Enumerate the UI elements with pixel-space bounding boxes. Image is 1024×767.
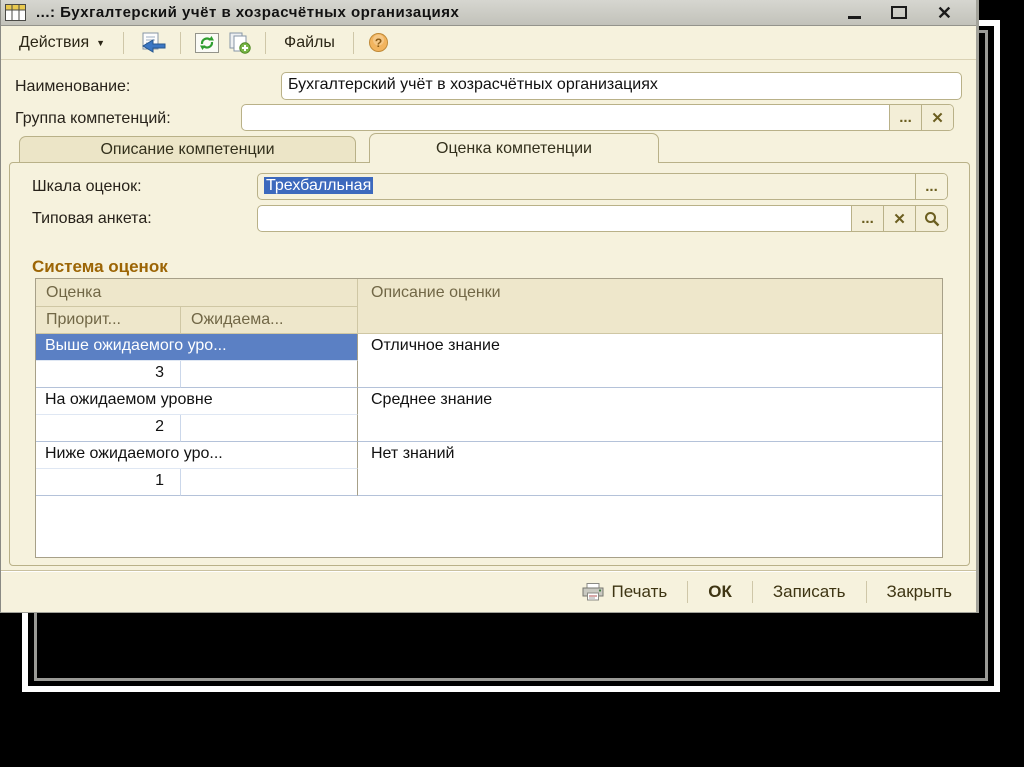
- toolbar-separator: [123, 31, 125, 54]
- titlebar: ...: Бухгалтерский учёт в хозрасчётных о…: [1, 0, 976, 26]
- tab-rating-label: Оценка компетенции: [436, 139, 592, 157]
- clear-icon: ✕: [931, 109, 944, 127]
- table-row-description[interactable]: Нет знаний: [358, 442, 942, 496]
- minimize-icon[interactable]: [847, 15, 861, 19]
- scale-label: Шкала оценок:: [32, 178, 142, 195]
- chevron-down-icon: ▼: [96, 37, 106, 48]
- group-field[interactable]: ... ✕: [241, 104, 954, 131]
- close-button[interactable]: Закрыть: [881, 580, 958, 604]
- name-field[interactable]: Бухгалтерский учёт в хозрасчётных органи…: [281, 72, 962, 100]
- search-icon: [924, 211, 939, 226]
- table-empty-area[interactable]: [36, 496, 942, 557]
- dialog-window: ...: Бухгалтерский учёт в хозрасчётных о…: [0, 0, 979, 613]
- questionnaire-field-value: [258, 206, 851, 231]
- rating-tab-panel: Шкала оценок: Трехбалльная ... Типовая а…: [9, 162, 970, 566]
- actions-menu-button[interactable]: Действия ▼: [11, 31, 113, 55]
- table-row-description[interactable]: Отличное знание: [358, 334, 942, 388]
- files-button-label: Файлы: [284, 33, 335, 51]
- write-record-icon[interactable]: [134, 30, 170, 56]
- ellipsis-icon: ...: [925, 178, 938, 195]
- table-row-expected[interactable]: [181, 361, 358, 388]
- svg-text:?: ?: [375, 36, 382, 50]
- scale-selected-text: Трехбалльная: [264, 177, 374, 194]
- table-row-expected[interactable]: [181, 415, 358, 442]
- printer-icon: [582, 582, 604, 600]
- group-label: Группа компетенций:: [15, 110, 171, 127]
- table-window-icon: [5, 4, 26, 21]
- tab-description[interactable]: Описание компетенции: [19, 136, 356, 163]
- name-label: Наименование:: [15, 78, 131, 95]
- toolbar-separator: [352, 31, 354, 54]
- table-row-name[interactable]: На ожидаемом уровне: [36, 388, 358, 415]
- ellipsis-icon: ...: [861, 210, 874, 227]
- toolbar-separator: [180, 31, 182, 54]
- scale-field[interactable]: Трехбалльная ...: [257, 173, 948, 200]
- questionnaire-clear-button[interactable]: ✕: [883, 206, 915, 231]
- column-header-priority[interactable]: Приорит...: [36, 307, 181, 334]
- footer-button-bar: Печать ОК Записать Закрыть: [1, 570, 976, 612]
- scale-field-value: Трехбалльная: [258, 174, 915, 199]
- ok-button[interactable]: ОК: [702, 580, 738, 604]
- table-row-description[interactable]: Среднее знание: [358, 388, 942, 442]
- copy-add-icon[interactable]: [223, 30, 255, 56]
- rating-system-title: Система оценок: [32, 257, 168, 276]
- table-row-expected[interactable]: [181, 469, 358, 496]
- questionnaire-choose-button[interactable]: ...: [851, 206, 883, 231]
- questionnaire-label: Типовая анкета:: [32, 210, 152, 227]
- ellipsis-icon: ...: [899, 109, 912, 126]
- files-button[interactable]: Файлы: [276, 31, 343, 55]
- footer-separator: [751, 580, 753, 603]
- column-header-rating[interactable]: Оценка: [36, 279, 358, 307]
- save-button[interactable]: Записать: [767, 580, 852, 604]
- group-clear-button[interactable]: ✕: [921, 105, 953, 130]
- close-icon[interactable]: ✕: [937, 4, 952, 22]
- tab-description-label: Описание компетенции: [100, 141, 275, 158]
- dialog-body: Действия ▼ Файлы ? Наименование: Бухгалт…: [1, 26, 976, 612]
- group-choose-button[interactable]: ...: [889, 105, 921, 130]
- actions-menu-label: Действия: [19, 33, 90, 51]
- ratings-table: Оценка Описание оценки Приорит... Ожидае…: [35, 278, 943, 558]
- help-icon[interactable]: ?: [364, 30, 393, 55]
- refresh-icon[interactable]: [191, 31, 223, 55]
- questionnaire-search-button[interactable]: [915, 206, 947, 231]
- scale-choose-button[interactable]: ...: [915, 174, 947, 199]
- ok-button-label: ОК: [708, 581, 732, 601]
- toolbar: Действия ▼ Файлы ?: [1, 26, 976, 60]
- table-row-name[interactable]: Выше ожидаемого уро...: [36, 334, 358, 361]
- group-field-value: [242, 105, 889, 130]
- maximize-icon[interactable]: [890, 6, 907, 19]
- footer-separator: [865, 580, 867, 603]
- column-header-description[interactable]: Описание оценки: [358, 279, 942, 334]
- clear-icon: ✕: [893, 210, 906, 228]
- close-button-label: Закрыть: [886, 581, 952, 601]
- table-row-priority[interactable]: 2: [36, 415, 181, 442]
- window-title: ...: Бухгалтерский учёт в хозрасчётных о…: [36, 4, 460, 21]
- column-header-expected[interactable]: Ожидаема...: [181, 307, 358, 334]
- tab-rating[interactable]: Оценка компетенции: [369, 133, 659, 163]
- questionnaire-field[interactable]: ... ✕: [257, 205, 948, 232]
- name-field-value: Бухгалтерский учёт в хозрасчётных органи…: [288, 76, 658, 93]
- footer-separator: [687, 580, 689, 603]
- toolbar-separator: [265, 31, 267, 54]
- table-row-priority[interactable]: 1: [36, 469, 181, 496]
- print-button[interactable]: Печать: [576, 580, 674, 604]
- save-button-label: Записать: [772, 581, 846, 601]
- table-row-priority[interactable]: 3: [36, 361, 181, 388]
- table-row-name[interactable]: Ниже ожидаемого уро...: [36, 442, 358, 469]
- print-button-label: Печать: [611, 581, 668, 601]
